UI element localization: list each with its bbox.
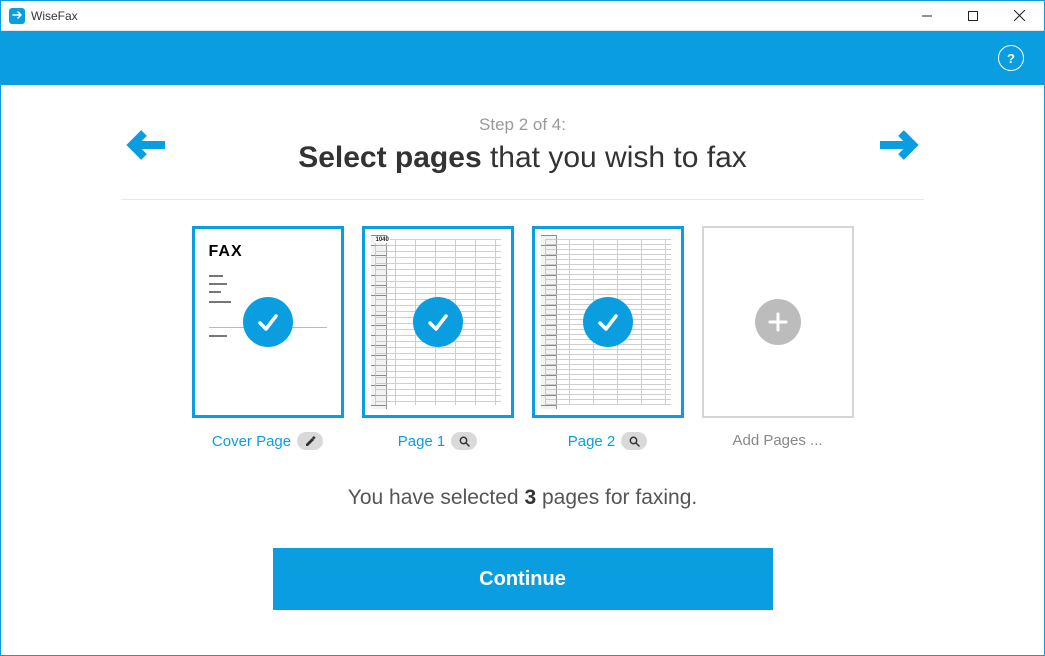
page-card-add: Add Pages ... (702, 226, 854, 450)
selected-check-icon (413, 297, 463, 347)
step-counter: Step 2 of 4: (177, 115, 868, 135)
page-label-2[interactable]: Page 2 (568, 433, 616, 450)
zoom-page-1-button[interactable] (451, 432, 477, 450)
zoom-page-2-button[interactable] (621, 432, 647, 450)
app-icon (9, 8, 25, 24)
page-label-cover[interactable]: Cover Page (212, 433, 291, 450)
continue-button[interactable]: Continue (273, 548, 773, 610)
arrow-left-icon (126, 125, 172, 165)
edit-cover-button[interactable] (297, 432, 323, 450)
page-thumb-1[interactable]: 1040 (362, 226, 514, 418)
window-controls (904, 1, 1042, 31)
page-card-2: Page 2 (532, 226, 684, 450)
selection-summary: You have selected 3 pages for faxing. (121, 486, 924, 510)
page-label-row: Cover Page (192, 432, 344, 450)
window-maximize-button[interactable] (950, 1, 996, 31)
prev-step-button[interactable] (121, 125, 177, 165)
next-step-button[interactable] (868, 125, 924, 165)
magnifier-icon (629, 436, 640, 447)
pencil-icon (305, 436, 316, 447)
window-titlebar: WiseFax (1, 1, 1044, 31)
pages-grid: FAX Cover Page (121, 226, 924, 450)
titlebar-left: WiseFax (9, 8, 78, 24)
plus-icon (755, 299, 801, 345)
page-title-rest: that you wish to fax (482, 141, 747, 174)
page-label-row: Add Pages ... (702, 432, 854, 449)
wizard-header-row: Step 2 of 4: Select pages that you wish … (121, 109, 924, 200)
page-card-cover: FAX Cover Page (192, 226, 344, 450)
page-label-1[interactable]: Page 1 (398, 433, 446, 450)
page-label-row: Page 2 (532, 432, 684, 450)
help-icon: ? (1007, 51, 1015, 66)
wizard-content: Step 2 of 4: Select pages that you wish … (1, 85, 1044, 610)
selected-check-icon (583, 297, 633, 347)
page-title: Select pages that you wish to fax (177, 141, 868, 175)
selected-check-icon (243, 297, 293, 347)
form-number-label: 1040 (375, 237, 390, 243)
help-button[interactable]: ? (998, 45, 1024, 71)
arrow-right-icon (873, 125, 919, 165)
summary-count: 3 (524, 486, 536, 509)
magnifier-icon (459, 436, 470, 447)
page-thumb-2[interactable] (532, 226, 684, 418)
window-minimize-button[interactable] (904, 1, 950, 31)
page-card-1: 1040 Page 1 (362, 226, 514, 450)
add-pages-button[interactable] (702, 226, 854, 418)
app-header: ? (1, 31, 1044, 85)
page-title-bold: Select pages (298, 141, 481, 174)
window-title: WiseFax (31, 9, 78, 23)
cover-fax-heading: FAX (209, 243, 243, 261)
window-close-button[interactable] (996, 1, 1042, 31)
summary-suffix: pages for faxing. (536, 486, 697, 509)
page-label-row: Page 1 (362, 432, 514, 450)
page-thumb-cover[interactable]: FAX (192, 226, 344, 418)
add-pages-label[interactable]: Add Pages ... (732, 432, 822, 449)
wizard-title-block: Step 2 of 4: Select pages that you wish … (177, 115, 868, 175)
summary-prefix: You have selected (348, 486, 525, 509)
